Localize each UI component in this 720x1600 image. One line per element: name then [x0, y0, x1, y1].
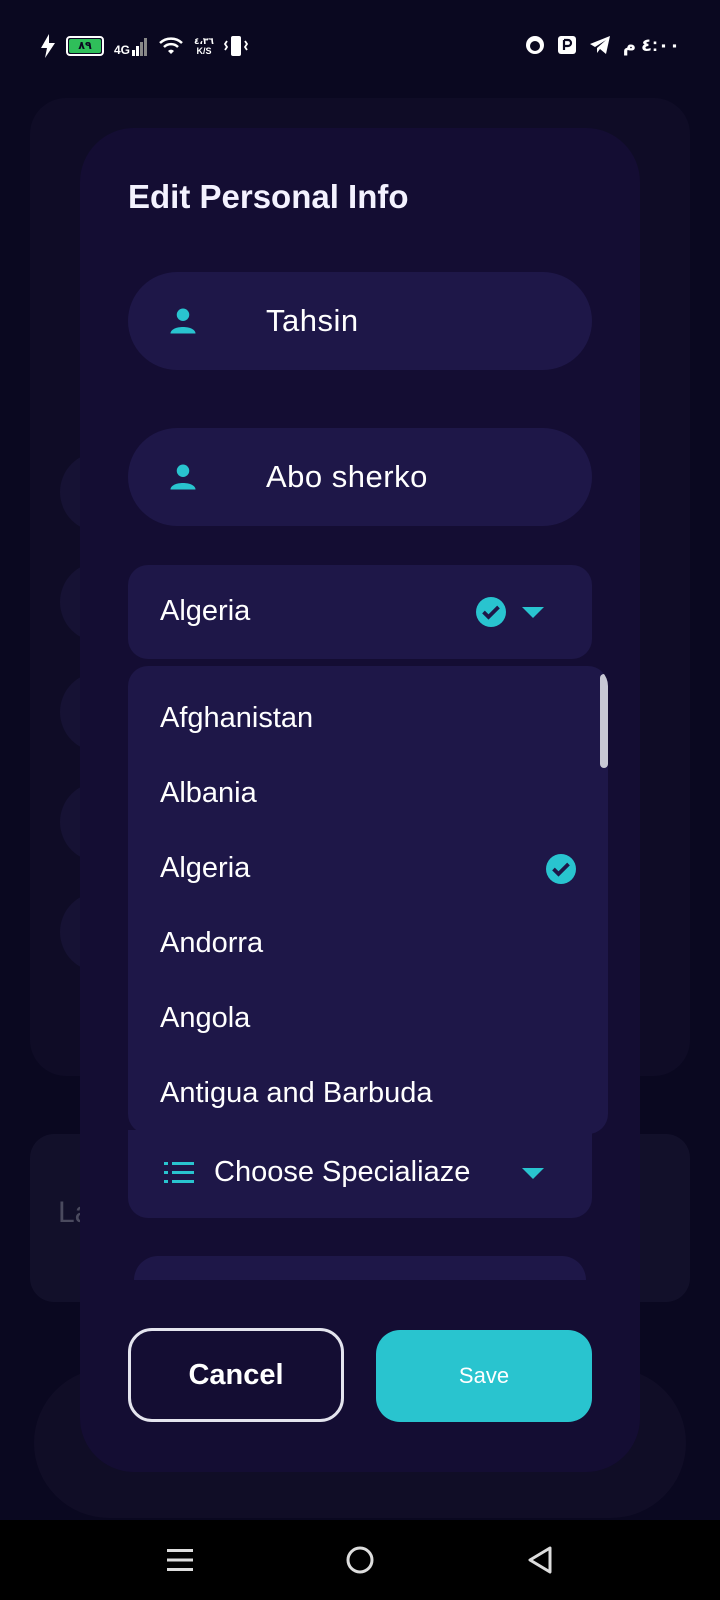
check-circle-icon — [546, 854, 576, 884]
home-button[interactable] — [330, 1520, 390, 1600]
person-icon — [170, 464, 196, 490]
cell-signal-icon: 4G — [114, 36, 148, 56]
dropdown-scrollbar[interactable] — [600, 674, 608, 768]
status-left: ٨٩ 4G ٤،٣٦ K/S — [40, 34, 248, 58]
caret-down-icon — [522, 1168, 544, 1179]
last-name-value: Abo sherko — [266, 459, 428, 494]
country-select[interactable]: Algeria — [128, 565, 592, 659]
dropdown-option-algeria[interactable]: Algeria — [128, 831, 598, 906]
network-type: 4G — [114, 43, 131, 57]
country-selected-value: Algeria — [160, 595, 251, 627]
next-field-partial[interactable] — [134, 1256, 586, 1280]
dropdown-option-antigua-and-barbuda[interactable]: Antigua and Barbuda — [128, 1056, 598, 1131]
charging-icon — [41, 34, 55, 58]
wifi-icon — [159, 37, 183, 54]
home-icon — [346, 1546, 374, 1574]
back-button[interactable] — [510, 1520, 570, 1600]
vibrate-icon — [223, 36, 248, 56]
first-name-value: Tahsin — [266, 303, 359, 338]
dropdown-option-afghanistan[interactable]: Afghanistan — [128, 681, 598, 756]
list-icon — [164, 1162, 194, 1183]
battery-level: ٨٩ — [69, 39, 101, 53]
check-circle-icon — [476, 597, 506, 627]
specialty-select[interactable]: Choose Specialiaze — [128, 1130, 592, 1218]
system-navigation-bar — [0, 1520, 720, 1600]
dialog-title: Edit Personal Info — [128, 178, 409, 215]
dropdown-option-angola[interactable]: Angola — [128, 981, 598, 1056]
dropdown-option-andorra[interactable]: Andorra — [128, 906, 598, 981]
last-name-field[interactable]: Abo sherko — [128, 428, 592, 526]
country-dropdown-list[interactable]: Afghanistan Albania Algeria Andorra Ango… — [128, 666, 608, 1134]
app-notification-icon — [525, 36, 544, 54]
first-name-field[interactable]: Tahsin — [128, 272, 592, 370]
caret-down-icon — [522, 607, 544, 618]
dropdown-option-albania[interactable]: Albania — [128, 756, 598, 831]
telegram-icon — [589, 36, 610, 54]
parking-app-icon — [557, 36, 576, 54]
network-speed: ٤،٣٦ K/S — [194, 36, 214, 56]
battery-icon: ٨٩ — [66, 36, 104, 56]
menu-button[interactable] — [150, 1520, 210, 1600]
back-icon — [528, 1546, 552, 1574]
save-button[interactable]: Save — [376, 1330, 592, 1422]
menu-icon — [167, 1549, 193, 1571]
status-bar: ٨٩ 4G ٤،٣٦ K/S ٤:٠٠ م — [0, 0, 720, 92]
cancel-button[interactable]: Cancel — [128, 1328, 344, 1422]
person-icon — [170, 308, 196, 334]
status-right: ٤:٠٠ م — [525, 34, 680, 56]
clock: ٤:٠٠ م — [622, 34, 680, 55]
specialty-placeholder: Choose Specialiaze — [214, 1156, 471, 1188]
